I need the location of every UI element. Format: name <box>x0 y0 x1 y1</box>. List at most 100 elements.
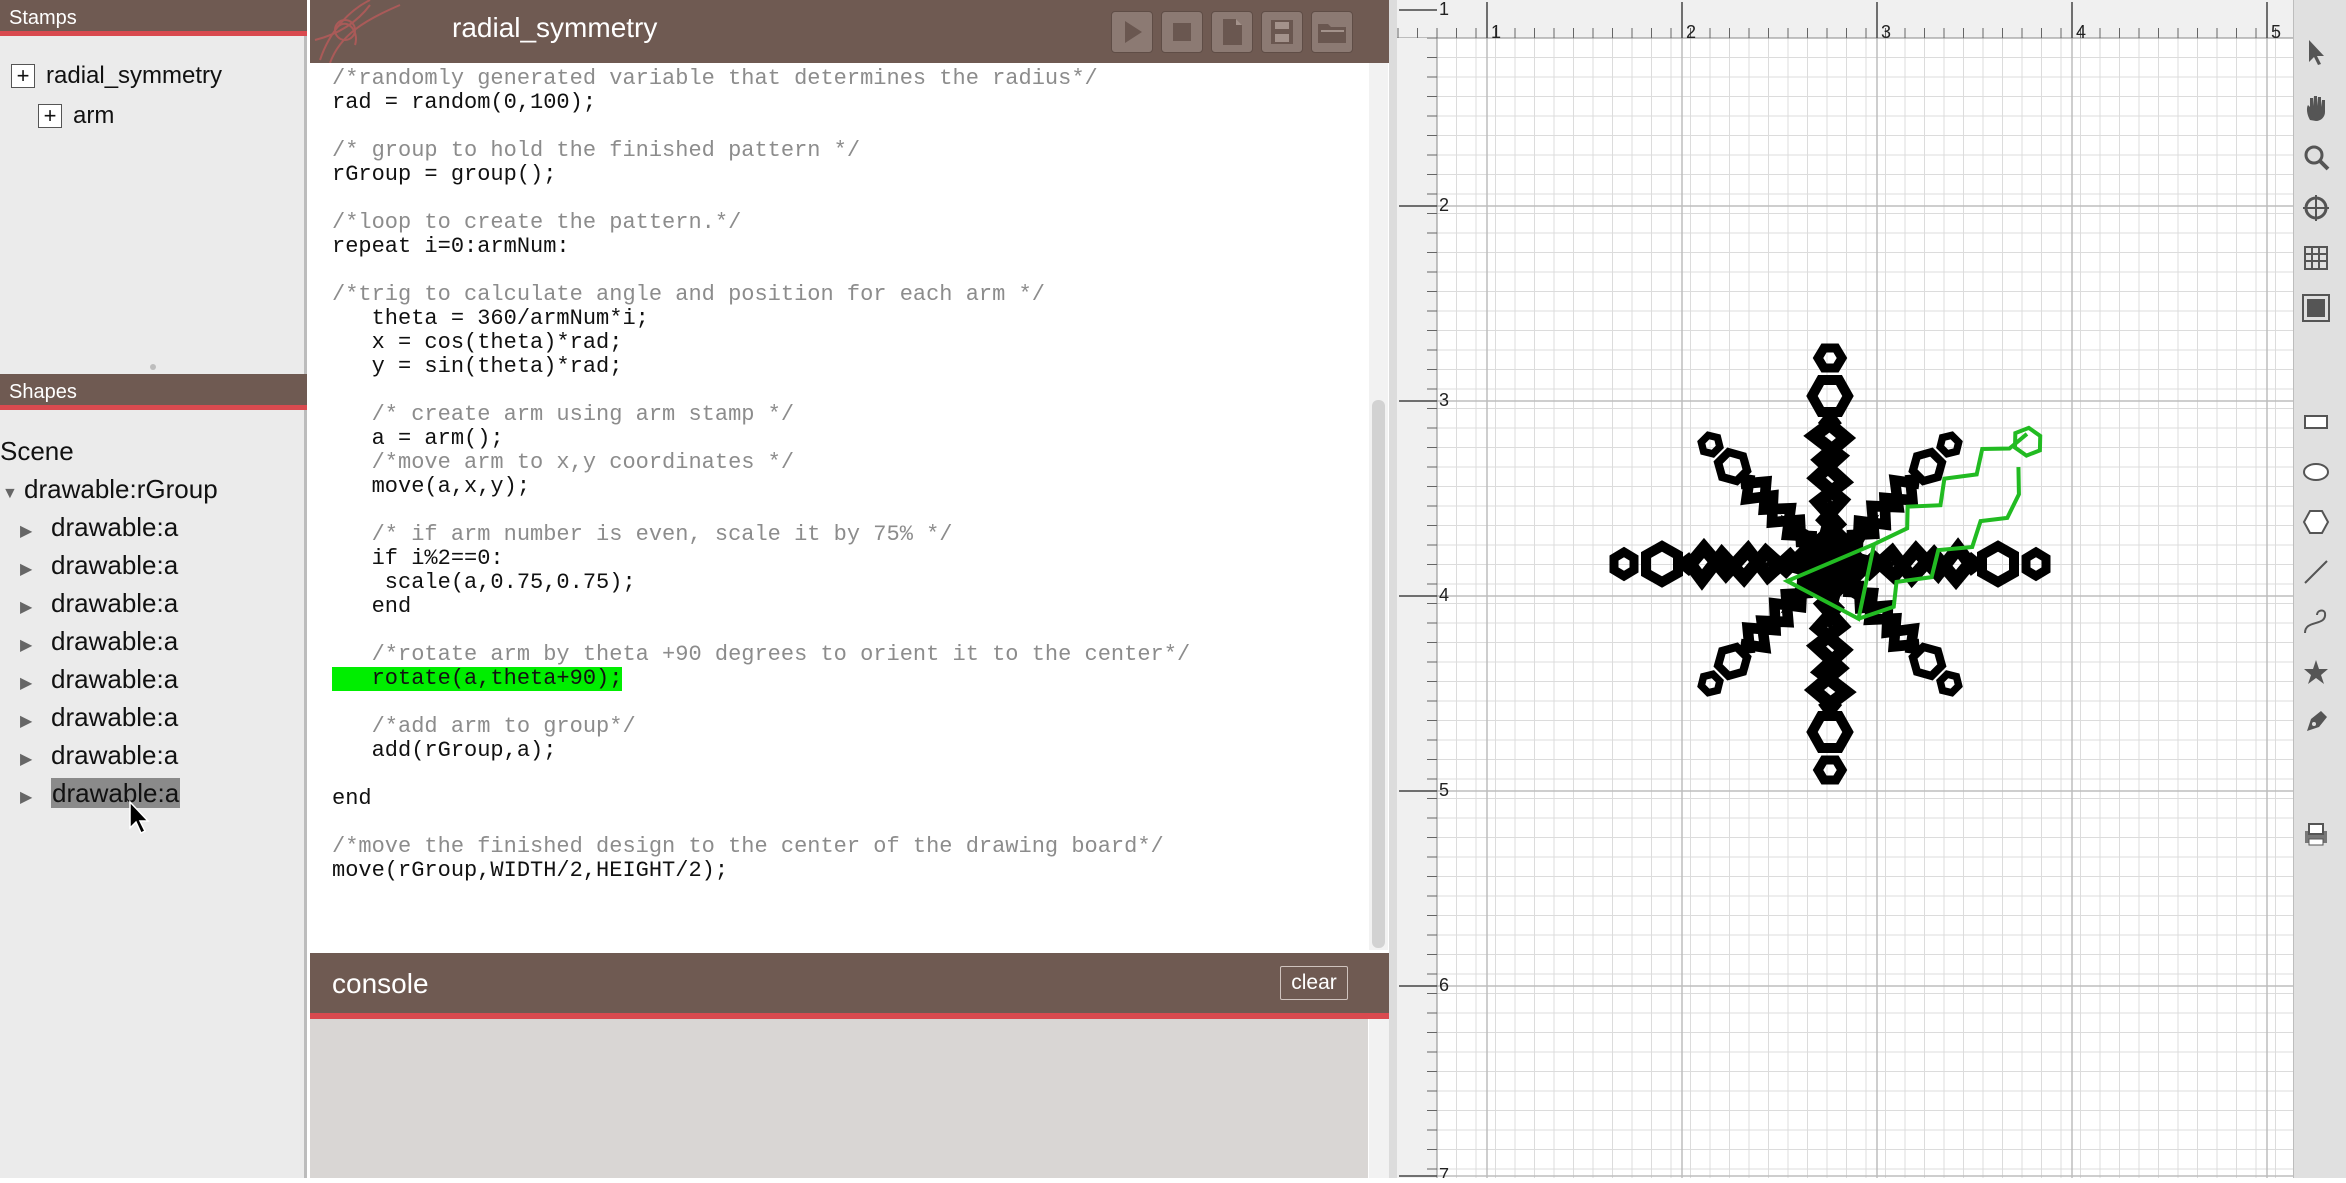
grid-icon <box>2304 246 2328 270</box>
code-line-highlighted[interactable]: rotate(a,theta+90); <box>332 667 623 691</box>
expand-triangle-icon[interactable]: ▶ <box>20 749 42 769</box>
expand-triangle-icon[interactable]: ▶ <box>20 711 42 731</box>
pen-tool[interactable] <box>2296 702 2336 742</box>
ruler-left-label: 1 <box>1439 0 1449 19</box>
code-line[interactable]: /* group to hold the finished pattern */ <box>332 139 860 163</box>
tree-node-drawable[interactable]: ▶ drawable:a <box>20 550 178 581</box>
save-icon <box>1271 20 1293 44</box>
code-line[interactable]: rad = random(0,100); <box>332 91 596 115</box>
tree-node-drawable[interactable]: ▶ drawable:a <box>20 512 178 543</box>
curve-tool[interactable] <box>2296 602 2336 642</box>
stamp-item-radial-symmetry[interactable]: + radial_symmetry <box>11 62 222 90</box>
code-line[interactable]: end <box>332 787 372 811</box>
code-line[interactable]: /*randomly generated variable that deter… <box>332 67 1098 91</box>
new-file-icon <box>1223 19 1242 45</box>
code-line[interactable]: repeat i=0:armNum: <box>332 235 570 259</box>
star-icon <box>2304 660 2328 684</box>
ellipse-tool[interactable] <box>2296 452 2336 492</box>
expand-triangle-icon[interactable]: ▶ <box>20 673 42 693</box>
select-tool[interactable] <box>2296 32 2336 72</box>
run-button[interactable] <box>1111 11 1153 53</box>
tree-node-drawable-selected[interactable]: ▶ drawable:a <box>20 778 181 809</box>
code-line[interactable]: /*trig to calculate angle and position f… <box>332 283 1045 307</box>
code-line[interactable]: move(rGroup,WIDTH/2,HEIGHT/2); <box>332 859 728 883</box>
expand-triangle-icon[interactable]: ▶ <box>20 635 42 655</box>
code-scrollbar-thumb[interactable] <box>1372 400 1385 948</box>
stop-button[interactable] <box>1161 11 1203 53</box>
new-file-button[interactable] <box>1211 11 1253 53</box>
expand-icon[interactable]: + <box>38 104 62 128</box>
ruler-left-label: 5 <box>1439 780 1449 800</box>
drawing-canvas[interactable]: 1 2 3 4 5 1 2 3 4 5 6 7 <box>1397 0 2293 1183</box>
code-line[interactable]: move(a,x,y); <box>332 475 530 499</box>
open-folder-button[interactable] <box>1311 11 1353 53</box>
code-line[interactable]: x = cos(theta)*rad; <box>332 331 623 355</box>
code-line[interactable]: theta = 360/armNum*i; <box>332 307 649 331</box>
code-line[interactable]: if i%2==0: <box>332 547 504 571</box>
drawing-board[interactable]: 1 2 3 4 5 1 2 3 4 5 6 7 <box>1397 0 2293 1183</box>
console-title: console <box>332 968 429 999</box>
grid-tool[interactable] <box>2296 238 2336 278</box>
code-line[interactable]: /* if arm number is even, scale it by 75… <box>332 523 953 547</box>
stamp-item-arm[interactable]: + arm <box>38 102 114 130</box>
tree-node-drawable[interactable]: ▶ drawable:a <box>20 702 178 733</box>
editor-title: radial_symmetry <box>452 12 658 43</box>
code-line[interactable]: /* create arm using arm stamp */ <box>332 403 794 427</box>
expand-icon[interactable]: + <box>11 64 35 88</box>
polygon-tool[interactable] <box>2296 502 2336 542</box>
collapse-triangle-icon[interactable]: ▼ <box>2 485 24 503</box>
pan-tool[interactable] <box>2296 88 2336 128</box>
open-folder-icon <box>1318 24 1346 43</box>
ruler-top-label: 5 <box>2271 22 2281 42</box>
tree-node-drawable[interactable]: ▶ drawable:a <box>20 740 178 771</box>
ruler-top-label: 4 <box>2076 22 2086 42</box>
save-button[interactable] <box>1261 11 1303 53</box>
clear-console-button[interactable]: clear <box>1280 966 1348 1000</box>
console-output <box>310 1019 1368 1178</box>
code-line[interactable]: rGroup = group(); <box>332 163 556 187</box>
zoom-tool[interactable] <box>2296 138 2336 178</box>
expand-triangle-icon[interactable]: ▶ <box>20 521 42 541</box>
tree-node-drawable[interactable]: ▶ drawable:a <box>20 588 178 619</box>
expand-triangle-icon[interactable]: ▶ <box>20 559 42 579</box>
left-sidebar: Stamps + radial_symmetry + arm Shapes Sc… <box>0 0 307 1178</box>
zoom-icon <box>2304 145 2330 171</box>
code-line[interactable]: scale(a,0.75,0.75); <box>332 571 636 595</box>
ellipse-icon <box>2303 463 2329 481</box>
console-header <box>310 953 1389 1019</box>
code-line[interactable]: /*rotate arm by theta +90 degrees to ori… <box>332 643 1191 667</box>
tree-node-drawable[interactable]: ▶ drawable:a <box>20 664 178 695</box>
code-line[interactable]: y = sin(theta)*rad; <box>332 355 623 379</box>
ruler-left-label: 2 <box>1439 195 1449 215</box>
target-tool[interactable] <box>2296 188 2336 228</box>
tree-root-scene[interactable]: Scene <box>0 436 74 467</box>
curve-icon <box>2304 609 2327 634</box>
code-editor[interactable]: /*randomly generated variable that deter… <box>312 63 1370 950</box>
tree-node-rgroup[interactable]: ▼ drawable:rGroup <box>2 474 218 505</box>
ruler-left-label: 6 <box>1439 975 1449 995</box>
pane-splitter[interactable] <box>1389 0 1397 1178</box>
code-line[interactable]: add(rGroup,a); <box>332 739 557 763</box>
tree-node-label: drawable:a <box>51 550 179 580</box>
code-line[interactable]: /*add arm to group*/ <box>332 715 636 739</box>
select-arrow-icon <box>2309 40 2324 65</box>
code-line[interactable]: end <box>332 595 412 619</box>
expand-triangle-icon[interactable]: ▶ <box>20 597 42 617</box>
console-scrollbar[interactable] <box>1369 1019 1389 1178</box>
expand-triangle-icon[interactable]: ▶ <box>20 787 42 807</box>
mouse-cursor-icon <box>129 800 150 835</box>
ruler-top-label: 3 <box>1881 22 1891 42</box>
frame-tool[interactable] <box>2296 288 2336 328</box>
star-tool[interactable] <box>2296 652 2336 692</box>
rectangle-tool[interactable] <box>2296 402 2336 442</box>
panel-resize-handle[interactable] <box>150 364 156 370</box>
code-line[interactable]: /*loop to create the pattern.*/ <box>332 211 741 235</box>
code-line[interactable]: a = arm(); <box>332 427 504 451</box>
print-tool[interactable] <box>2296 814 2336 854</box>
tree-node-label: drawable:a <box>51 740 179 770</box>
line-tool[interactable] <box>2296 552 2336 592</box>
code-line[interactable]: /*move the finished design to the center… <box>332 835 1164 859</box>
stamp-label: radial_symmetry <box>46 62 223 89</box>
code-line[interactable]: /*move arm to x,y coordinates */ <box>332 451 794 475</box>
tree-node-drawable[interactable]: ▶ drawable:a <box>20 626 178 657</box>
